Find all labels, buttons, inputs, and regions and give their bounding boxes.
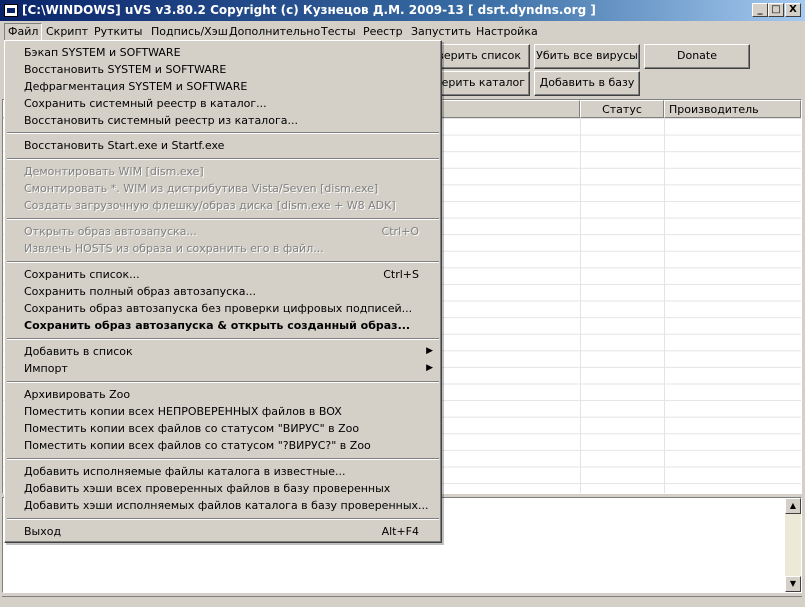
- file-menu-item-label: Бэкап SYSTEM и SOFTWARE: [24, 46, 181, 59]
- minimize-button[interactable]: _: [752, 3, 768, 17]
- log-scrollbar[interactable]: ▲ ▼: [785, 498, 801, 592]
- file-menu-item[interactable]: Поместить копии всех НЕПРОВЕРЕННЫХ файло…: [7, 403, 439, 420]
- menu-separator: [7, 218, 439, 220]
- file-menu-item[interactable]: Сохранить образ автозапуска & открыть со…: [7, 317, 439, 334]
- menu-separator: [7, 458, 439, 460]
- scroll-down-icon[interactable]: ▼: [785, 576, 801, 592]
- file-menu-item-label: Добавить хэши исполняемых файлов каталог…: [24, 499, 429, 512]
- file-menu-item: Извлечь HOSTS из образа и сохранить его …: [7, 240, 439, 257]
- column-header-status[interactable]: Статус: [580, 100, 664, 118]
- menu-settings[interactable]: Настройка: [472, 24, 542, 40]
- close-button[interactable]: X: [785, 3, 801, 17]
- file-menu-dropdown: Бэкап SYSTEM и SOFTWARE Восстановить SYST…: [4, 40, 442, 543]
- submenu-arrow-icon: ▶: [426, 363, 433, 373]
- file-menu-item[interactable]: Поместить копии всех файлов со статусом …: [7, 437, 439, 454]
- menu-separator: [7, 158, 439, 160]
- file-menu-item[interactable]: Сохранить системный реестр в каталог...: [7, 95, 439, 112]
- file-menu-item[interactable]: Добавить в список ▶: [7, 343, 439, 360]
- file-menu-item[interactable]: Дефрагментация SYSTEM и SOFTWARE: [7, 78, 439, 95]
- file-menu-item: Демонтировать WIM [dism.exe]: [7, 163, 439, 180]
- status-bar: [2, 596, 802, 605]
- column-header-manufacturer[interactable]: Производитель: [664, 100, 801, 118]
- file-menu-item-label: Восстановить системный реестр из каталог…: [24, 114, 298, 127]
- file-menu-item[interactable]: Восстановить системный реестр из каталог…: [7, 112, 439, 129]
- maximize-button[interactable]: □: [768, 3, 784, 17]
- file-menu-item-label: Добавить хэши всех проверенных файлов в …: [24, 482, 391, 495]
- file-menu-item-label: Восстановить SYSTEM и SOFTWARE: [24, 63, 227, 76]
- file-menu-item[interactable]: Добавить хэши всех проверенных файлов в …: [7, 480, 439, 497]
- file-menu-item[interactable]: Восстановить SYSTEM и SOFTWARE: [7, 61, 439, 78]
- menu-script[interactable]: Скрипт: [42, 24, 92, 40]
- file-menu-item-label: Сохранить системный реестр в каталог...: [24, 97, 267, 110]
- file-menu-item[interactable]: Архивировать Zoo: [7, 386, 439, 403]
- file-menu-item[interactable]: Сохранить список... Ctrl+S: [7, 266, 439, 283]
- donate-button[interactable]: Donate: [644, 44, 750, 69]
- file-menu-item-label: Архивировать Zoo: [24, 388, 131, 401]
- file-menu-item-label: Сохранить список...: [24, 268, 140, 281]
- file-menu-item-label: Добавить исполняемые файлы каталога в из…: [24, 465, 346, 478]
- file-menu-item: Создать загрузочную флешку/образ диска […: [7, 197, 439, 214]
- menu-additional[interactable]: Дополнительно: [225, 24, 324, 40]
- file-menu-item[interactable]: Сохранить полный образ автозапуска...: [7, 283, 439, 300]
- file-menu-item-label: Смонтировать *. WIM из дистрибутива Vist…: [24, 182, 379, 195]
- menu-separator: [7, 381, 439, 383]
- file-menu-item-label: Восстановить Start.exe и Startf.exe: [24, 139, 225, 152]
- file-menu-item-label: Сохранить образ автозапуска & открыть со…: [24, 319, 411, 332]
- shortcut-label: Ctrl+S: [383, 268, 419, 281]
- window-title: [C:\WINDOWS] uVS v3.80.2 Copyright (c) К…: [22, 3, 596, 17]
- file-menu-item-label: Создать загрузочную флешку/образ диска […: [24, 199, 396, 212]
- shortcut-label: Alt+F4: [381, 525, 419, 538]
- file-menu-item-label: Импорт: [24, 362, 68, 375]
- menu-separator: [7, 132, 439, 134]
- file-menu-item-label: Открыть образ автозапуска...: [24, 225, 197, 238]
- file-menu-item[interactable]: Выход Alt+F4: [7, 523, 439, 540]
- menu-separator: [7, 261, 439, 263]
- file-menu-item-label: Поместить копии всех НЕПРОВЕРЕННЫХ файло…: [24, 405, 342, 418]
- file-menu-item-label: Дефрагментация SYSTEM и SOFTWARE: [24, 80, 248, 93]
- file-menu-item[interactable]: Сохранить образ автозапуска без проверки…: [7, 300, 439, 317]
- file-menu-item[interactable]: Добавить исполняемые файлы каталога в из…: [7, 463, 439, 480]
- menu-separator: [7, 518, 439, 520]
- submenu-arrow-icon: ▶: [426, 346, 433, 356]
- file-menu-item[interactable]: Поместить копии всех файлов со статусом …: [7, 420, 439, 437]
- file-menu-item[interactable]: Бэкап SYSTEM и SOFTWARE: [7, 44, 439, 61]
- file-menu-item-label: Сохранить образ автозапуска без проверки…: [24, 302, 413, 315]
- file-menu-item-label: Поместить копии всех файлов со статусом …: [24, 422, 360, 435]
- file-menu-item-label: Извлечь HOSTS из образа и сохранить его …: [24, 242, 324, 255]
- file-menu-item-label: Поместить копии всех файлов со статусом …: [24, 439, 371, 452]
- shortcut-label: Ctrl+O: [381, 225, 419, 238]
- menu-separator: [7, 338, 439, 340]
- file-menu-item-label: Сохранить полный образ автозапуска...: [24, 285, 257, 298]
- grid-column-divider: [664, 118, 665, 493]
- file-menu-item: Смонтировать *. WIM из дистрибутива Vist…: [7, 180, 439, 197]
- file-menu-item-label: Выход: [24, 525, 62, 538]
- app-icon[interactable]: [4, 4, 18, 17]
- title-bar: [C:\WINDOWS] uVS v3.80.2 Copyright (c) К…: [0, 0, 805, 21]
- file-menu-item-label: Добавить в список: [24, 345, 133, 358]
- menu-launch[interactable]: Запустить: [407, 24, 475, 40]
- scroll-up-icon[interactable]: ▲: [785, 498, 801, 514]
- add-to-database-button[interactable]: Добавить в базу: [534, 71, 640, 96]
- menu-tests[interactable]: Тесты: [317, 24, 360, 40]
- menu-file[interactable]: Файл: [4, 23, 43, 41]
- file-menu-item: Открыть образ автозапуска... Ctrl+O: [7, 223, 439, 240]
- file-menu-item-label: Демонтировать WIM [dism.exe]: [24, 165, 204, 178]
- menu-registry[interactable]: Реестр: [359, 24, 407, 40]
- file-menu-item[interactable]: Добавить хэши исполняемых файлов каталог…: [7, 497, 439, 514]
- grid-column-divider: [580, 118, 581, 493]
- menu-signature-hash[interactable]: Подпись/Хэш: [147, 24, 232, 40]
- menu-rootkits[interactable]: Руткиты: [90, 24, 146, 40]
- file-menu-item[interactable]: Восстановить Start.exe и Startf.exe: [7, 137, 439, 154]
- file-menu-item[interactable]: Импорт ▶: [7, 360, 439, 377]
- kill-all-viruses-button[interactable]: Убить все вирусы: [534, 44, 640, 69]
- menu-bar: Файл Скрипт Руткиты Подпись/Хэш Дополнит…: [0, 21, 805, 41]
